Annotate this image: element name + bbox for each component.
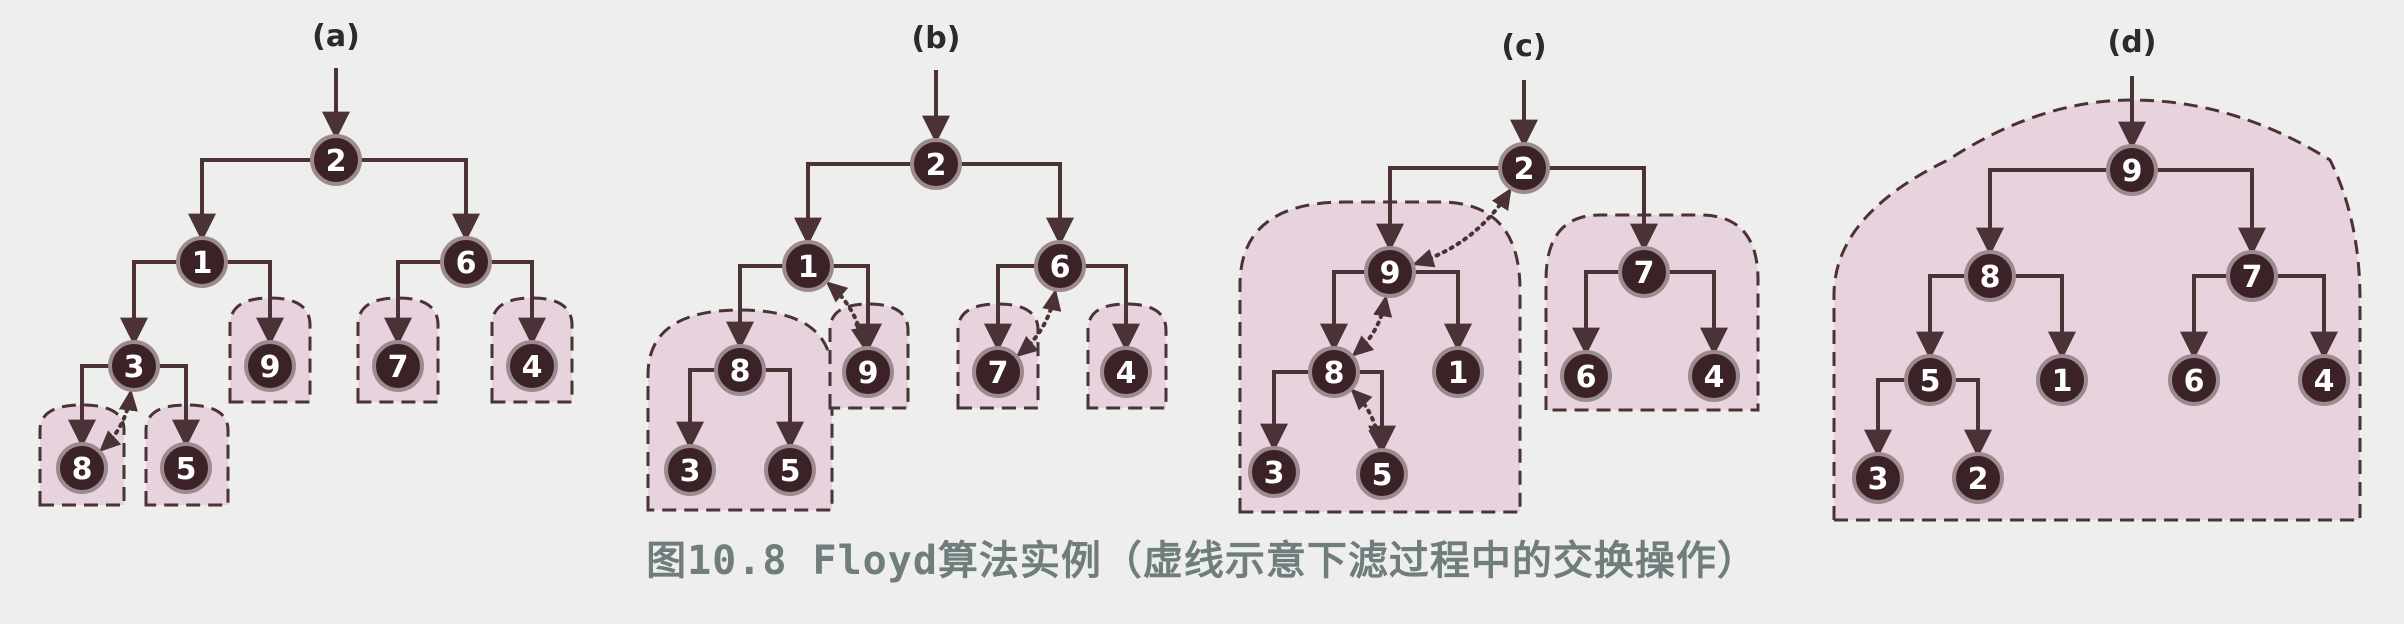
tree-edge bbox=[188, 158, 312, 242]
node-value: 2 bbox=[326, 144, 347, 179]
subheap-region bbox=[1832, 98, 2362, 522]
heap-node: 7 bbox=[372, 340, 424, 392]
tree-edge bbox=[120, 260, 178, 346]
node-value: 3 bbox=[680, 454, 701, 489]
heap-node: 5 bbox=[160, 442, 212, 494]
heap-node: 8 bbox=[1308, 346, 1360, 398]
panel-a-label: (a) bbox=[312, 19, 360, 54]
heap-node: 7 bbox=[1618, 246, 1670, 298]
node-value: 3 bbox=[124, 350, 145, 385]
heap-node: 6 bbox=[2168, 354, 2220, 406]
heap-node: 4 bbox=[506, 340, 558, 392]
heap-node: 2 bbox=[310, 134, 362, 186]
heap-node: 6 bbox=[1034, 240, 1086, 292]
heap-node: 8 bbox=[1964, 250, 2016, 302]
heap-node: 3 bbox=[1248, 446, 1300, 498]
heap-node: 1 bbox=[1432, 346, 1484, 398]
node-value: 9 bbox=[858, 356, 879, 391]
panel-c-label: (c) bbox=[1501, 29, 1546, 64]
node-value: 3 bbox=[1868, 462, 1889, 497]
node-value: 5 bbox=[780, 454, 801, 489]
node-value: 1 bbox=[192, 246, 213, 281]
node-value: 9 bbox=[1380, 256, 1401, 291]
heap-node: 1 bbox=[2036, 354, 2088, 406]
heap-node: 3 bbox=[108, 340, 160, 392]
tree-edge bbox=[360, 158, 480, 242]
heap-node: 9 bbox=[244, 340, 296, 392]
heap-node: 5 bbox=[764, 444, 816, 496]
node-value: 5 bbox=[176, 452, 197, 487]
node-value: 5 bbox=[1372, 458, 1393, 493]
heap-node: 7 bbox=[972, 346, 1024, 398]
tree-edge bbox=[794, 162, 912, 246]
heap-node: 2 bbox=[1498, 142, 1550, 194]
node-value: 9 bbox=[260, 350, 281, 385]
subheap-regions bbox=[38, 98, 2362, 522]
heap-node: 9 bbox=[842, 346, 894, 398]
node-value: 4 bbox=[1116, 356, 1137, 391]
heap-node: 4 bbox=[1688, 350, 1740, 402]
tree-edge bbox=[960, 162, 1074, 246]
panel-b-label: (b) bbox=[912, 21, 961, 56]
node-value: 8 bbox=[1324, 356, 1345, 391]
heap-node: 3 bbox=[1852, 452, 1904, 504]
heap-node: 7 bbox=[2226, 250, 2278, 302]
node-value: 7 bbox=[1634, 256, 1655, 291]
panel-labels-layer: (a) (b) (c) (d) bbox=[312, 19, 2156, 64]
heap-node: 4 bbox=[1100, 346, 1152, 398]
node-value: 6 bbox=[456, 246, 477, 281]
node-value: 6 bbox=[2184, 364, 2205, 399]
figure-caption: 图10.8 Floyd算法实例（虚线示意下滤过程中的交换操作） bbox=[646, 538, 1758, 584]
node-value: 8 bbox=[1980, 260, 2001, 295]
node-value: 4 bbox=[2314, 364, 2335, 399]
heap-node: 4 bbox=[2298, 354, 2350, 406]
heap-node: 1 bbox=[782, 240, 834, 292]
node-value: 7 bbox=[988, 356, 1009, 391]
heap-node: 2 bbox=[1952, 452, 2004, 504]
node-value: 8 bbox=[72, 452, 93, 487]
node-value: 4 bbox=[522, 350, 543, 385]
heap-node: 8 bbox=[56, 442, 108, 494]
heap-node: 9 bbox=[2106, 144, 2158, 196]
node-value: 7 bbox=[2242, 260, 2263, 295]
node-value: 2 bbox=[926, 148, 947, 183]
node-value: 4 bbox=[1704, 360, 1725, 395]
heap-node: 5 bbox=[1356, 448, 1408, 500]
node-value: 8 bbox=[730, 354, 751, 389]
node-value: 6 bbox=[1050, 250, 1071, 285]
heap-node: 8 bbox=[714, 344, 766, 396]
node-value: 6 bbox=[1576, 360, 1597, 395]
heap-node: 1 bbox=[176, 236, 228, 288]
heap-node: 6 bbox=[1560, 350, 1612, 402]
node-value: 1 bbox=[1448, 356, 1469, 391]
node-value: 2 bbox=[1968, 462, 1989, 497]
node-value: 7 bbox=[388, 350, 409, 385]
node-value: 3 bbox=[1264, 456, 1285, 491]
heap-node: 5 bbox=[1904, 354, 1956, 406]
heap-node: 6 bbox=[440, 236, 492, 288]
node-value: 5 bbox=[1920, 364, 1941, 399]
heap-node: 3 bbox=[664, 444, 716, 496]
node-value: 9 bbox=[2122, 154, 2143, 189]
heap-node: 2 bbox=[910, 138, 962, 190]
heap-node: 9 bbox=[1364, 246, 1416, 298]
figure-stage: 2 1 6 3 9 7 4 8 5 2 1 6 8 9 7 4 3 5 2 9 7 8 1 6 4 3 5 9 8 7 5 1 6 4 3 2 (a)… bbox=[0, 0, 2404, 620]
panel-d-label: (d) bbox=[2108, 25, 2157, 60]
floyd-heap-diagram: 2 1 6 3 9 7 4 8 5 2 1 6 8 9 7 4 3 5 2 9 7 8 1 6 4 3 5 9 8 7 5 1 6 4 3 2 (a)… bbox=[38, 19, 2362, 522]
node-value: 2 bbox=[1514, 152, 1535, 187]
node-value: 1 bbox=[798, 250, 819, 285]
node-value: 1 bbox=[2052, 364, 2073, 399]
